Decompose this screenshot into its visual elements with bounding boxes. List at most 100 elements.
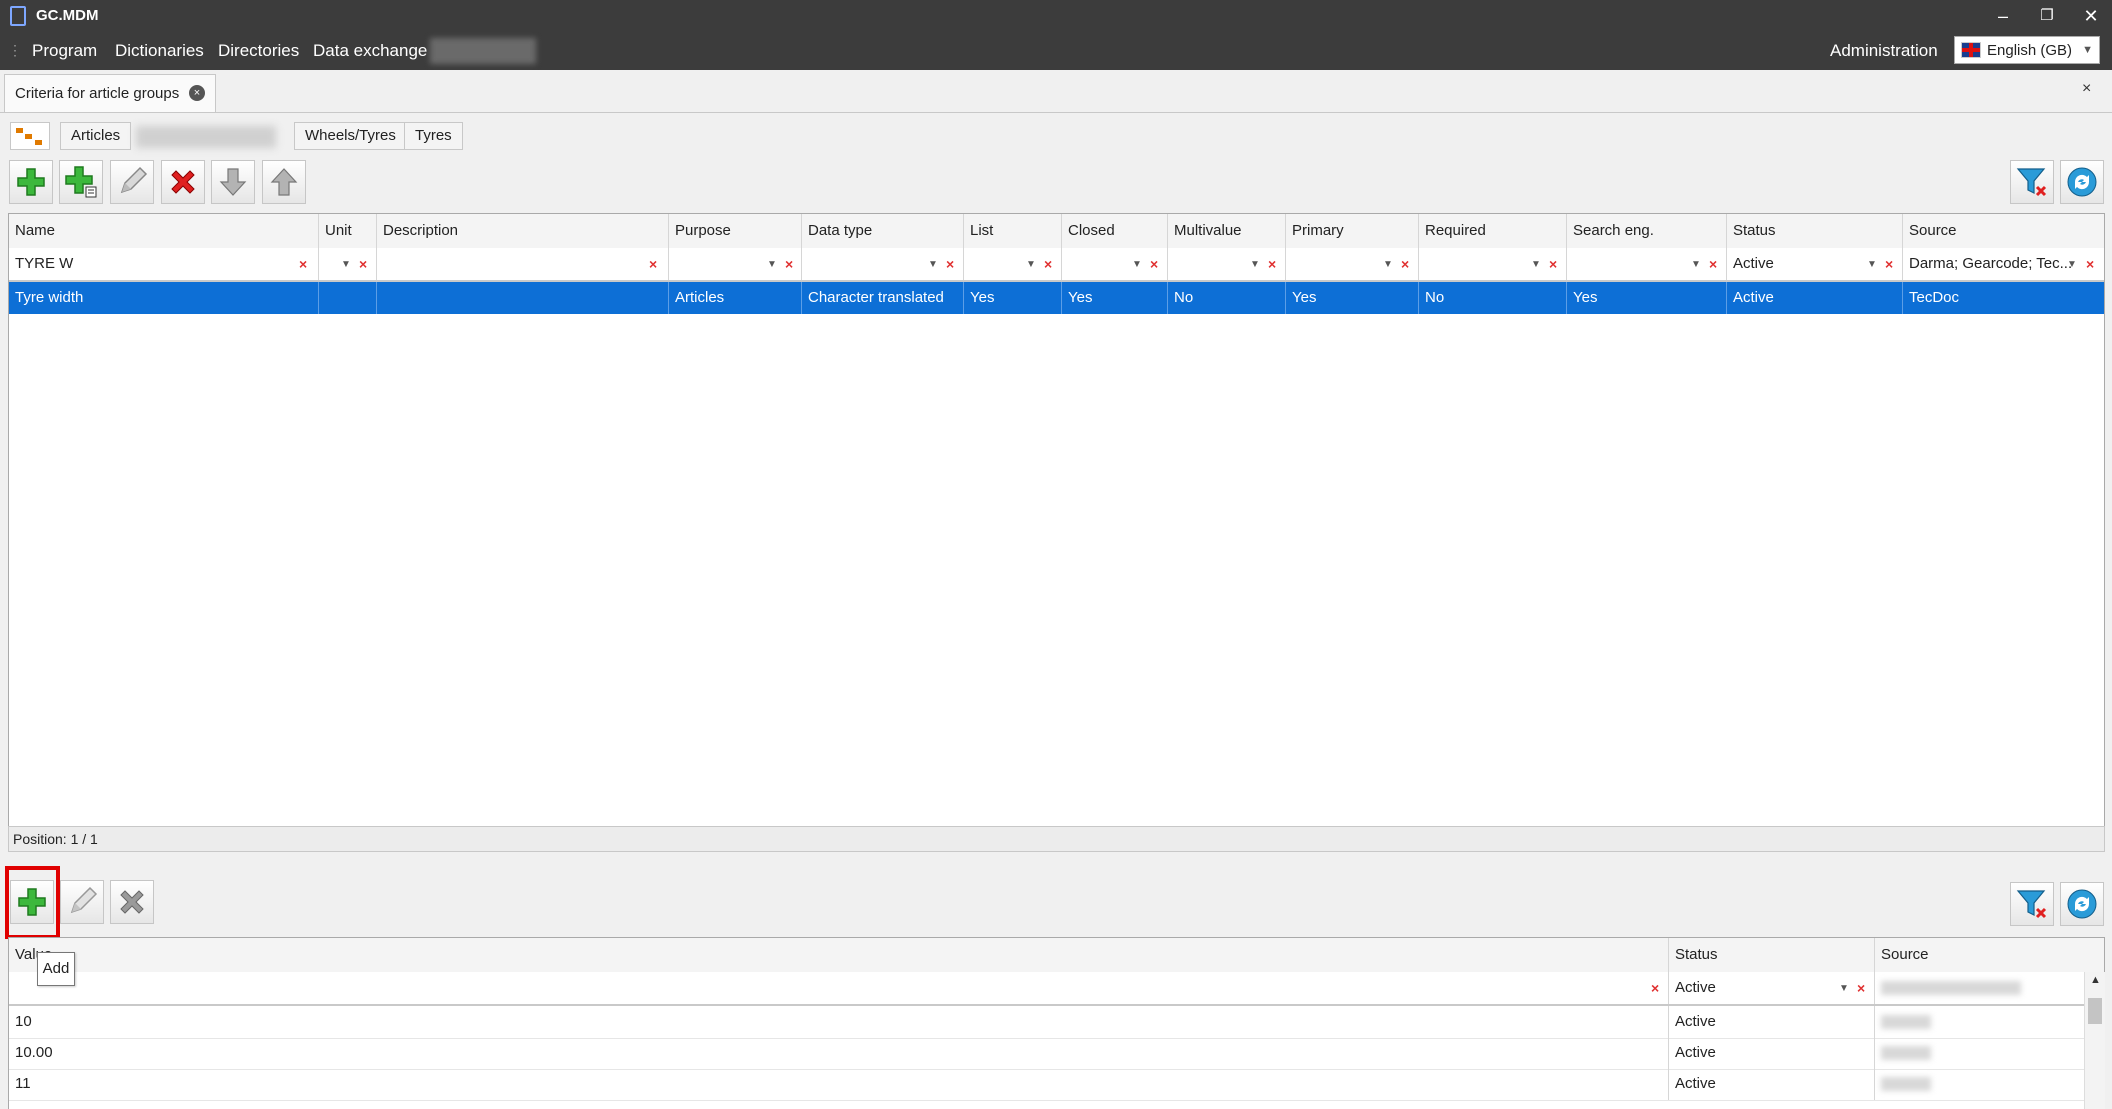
clear-filter-icon[interactable]: × (1401, 248, 1409, 280)
menu-directories[interactable]: Directories (218, 41, 299, 61)
breadcrumb-wheels-tyres[interactable]: Wheels/Tyres (294, 122, 407, 150)
filter-unit[interactable]: ▼ × (319, 248, 377, 280)
tab-criteria-for-article-groups[interactable]: Criteria for article groups × (4, 74, 216, 112)
clear-filter-icon[interactable]: × (649, 248, 657, 280)
filter-purpose[interactable]: ▼ × (669, 248, 802, 280)
clear-filter-icon[interactable]: × (299, 248, 307, 280)
chevron-down-icon[interactable]: ▼ (1026, 249, 1036, 280)
filter-closed[interactable]: ▼ × (1062, 248, 1168, 280)
column-header-name[interactable]: Name (9, 214, 319, 248)
pencil-icon (120, 166, 148, 194)
delete-value-button[interactable] (110, 880, 154, 924)
clear-filter-icon[interactable]: × (1857, 972, 1865, 1004)
scroll-thumb[interactable] (2088, 998, 2102, 1024)
filter-primary[interactable]: ▼ × (1286, 248, 1419, 280)
edit-button[interactable] (110, 160, 154, 204)
clear-filter-icon[interactable]: × (1549, 248, 1557, 280)
column-header-status[interactable]: Status (1669, 938, 1875, 972)
menu-administration[interactable]: Administration (1830, 41, 1938, 61)
chevron-down-icon[interactable]: ▼ (341, 249, 351, 280)
filter-list[interactable]: ▼ × (964, 248, 1062, 280)
clear-filter-icon[interactable]: × (946, 248, 954, 280)
filter-source[interactable]: Darma; Gearcode; Tec... ▼ × (1903, 248, 2104, 280)
filter-data-type[interactable]: ▼ × (802, 248, 964, 280)
table-row[interactable]: 10.00 Active (9, 1037, 2104, 1070)
clear-filter-icon[interactable]: × (1709, 248, 1717, 280)
table-row[interactable]: 10 Active (9, 1006, 2104, 1039)
add-button[interactable] (9, 160, 53, 204)
filter-search-eng[interactable]: ▼ × (1567, 248, 1727, 280)
chevron-down-icon[interactable]: ▼ (2067, 249, 2077, 280)
table-row[interactable]: 11 Active (9, 1068, 2104, 1101)
chevron-down-icon[interactable]: ▼ (928, 249, 938, 280)
breadcrumb-articles[interactable]: Articles (60, 122, 132, 150)
column-header-description[interactable]: Description (377, 214, 669, 248)
clear-filter-icon[interactable]: × (1150, 248, 1158, 280)
add-copy-button[interactable] (59, 160, 103, 204)
menu-data-exchange[interactable]: Data exchange (313, 41, 427, 61)
language-select[interactable]: English (GB) ▼ (1954, 36, 2100, 64)
column-header-source[interactable]: Source (1903, 214, 2104, 248)
chevron-down-icon[interactable]: ▼ (1531, 249, 1541, 280)
clear-filter-icon[interactable]: × (1044, 248, 1052, 280)
filter-status[interactable]: Active ▼ × (1727, 248, 1903, 280)
filter-status[interactable]: Active ▼ × (1669, 972, 1875, 1004)
filter-multivalue[interactable]: ▼ × (1168, 248, 1286, 280)
column-header-status[interactable]: Status (1727, 214, 1903, 248)
menu-item-redacted[interactable] (430, 38, 536, 64)
column-header-unit[interactable]: Unit (319, 214, 377, 248)
clear-filter-icon[interactable]: × (785, 248, 793, 280)
column-header-value[interactable]: Value (9, 938, 1669, 972)
refresh-button-bottom[interactable] (2060, 882, 2104, 926)
column-header-closed[interactable]: Closed (1062, 214, 1168, 248)
restore-button[interactable]: ❐ (2032, 4, 2062, 28)
move-up-button[interactable] (262, 160, 306, 204)
chevron-down-icon[interactable]: ▼ (1132, 249, 1142, 280)
column-header-purpose[interactable]: Purpose (669, 214, 802, 248)
filter-required[interactable]: ▼ × (1419, 248, 1567, 280)
clear-filter-icon[interactable]: × (1268, 248, 1276, 280)
breadcrumb-redacted[interactable] (136, 126, 276, 148)
move-down-button[interactable] (211, 160, 255, 204)
close-window-button[interactable]: ✕ (2076, 4, 2106, 28)
chevron-down-icon[interactable]: ▼ (1839, 973, 1849, 1004)
column-header-required[interactable]: Required (1419, 214, 1567, 248)
filter-description[interactable]: × (377, 248, 669, 280)
edit-value-button[interactable] (60, 880, 104, 924)
clear-filter-button-bottom[interactable] (2010, 882, 2054, 926)
chevron-down-icon[interactable]: ▼ (1383, 249, 1393, 280)
values-scrollbar[interactable]: ▲ (2084, 972, 2105, 1109)
filter-value[interactable]: × (9, 972, 1669, 1004)
column-header-source[interactable]: Source (1875, 938, 2104, 972)
minimize-button[interactable]: – (1988, 4, 2018, 28)
chevron-down-icon[interactable]: ▼ (1867, 249, 1877, 280)
clear-filter-icon[interactable]: × (2086, 248, 2094, 280)
position-status: Position: 1 / 1 (8, 826, 2105, 852)
column-header-data-type[interactable]: Data type (802, 214, 964, 248)
filter-source[interactable] (1875, 972, 2084, 1004)
column-header-list[interactable]: List (964, 214, 1062, 248)
tab-close-icon[interactable]: × (189, 85, 205, 101)
scroll-up-icon[interactable]: ▲ (2090, 974, 2101, 986)
menu-program[interactable]: Program (32, 41, 97, 61)
delete-x-icon (171, 170, 195, 194)
tree-view-icon[interactable] (10, 122, 50, 150)
chevron-down-icon[interactable]: ▼ (767, 249, 777, 280)
breadcrumb-tyres[interactable]: Tyres (404, 122, 463, 150)
chevron-down-icon[interactable]: ▼ (1250, 249, 1260, 280)
clear-filter-icon[interactable]: × (359, 248, 367, 280)
chevron-down-icon[interactable]: ▼ (1691, 249, 1701, 280)
panel-close-icon[interactable]: × (2082, 80, 2091, 98)
clear-filter-icon[interactable]: × (1885, 248, 1893, 280)
arrow-up-icon (270, 168, 298, 196)
clear-filter-icon[interactable]: × (1651, 972, 1659, 1004)
column-header-search-eng[interactable]: Search eng. (1567, 214, 1727, 248)
table-row[interactable]: Tyre width Articles Character translated… (9, 282, 2104, 314)
delete-button[interactable] (161, 160, 205, 204)
column-header-multivalue[interactable]: Multivalue (1168, 214, 1286, 248)
column-header-primary[interactable]: Primary (1286, 214, 1419, 248)
refresh-button[interactable] (2060, 160, 2104, 204)
menu-dictionaries[interactable]: Dictionaries (115, 41, 204, 61)
filter-name[interactable]: TYRE W × (9, 248, 319, 280)
clear-filter-button[interactable] (2010, 160, 2054, 204)
